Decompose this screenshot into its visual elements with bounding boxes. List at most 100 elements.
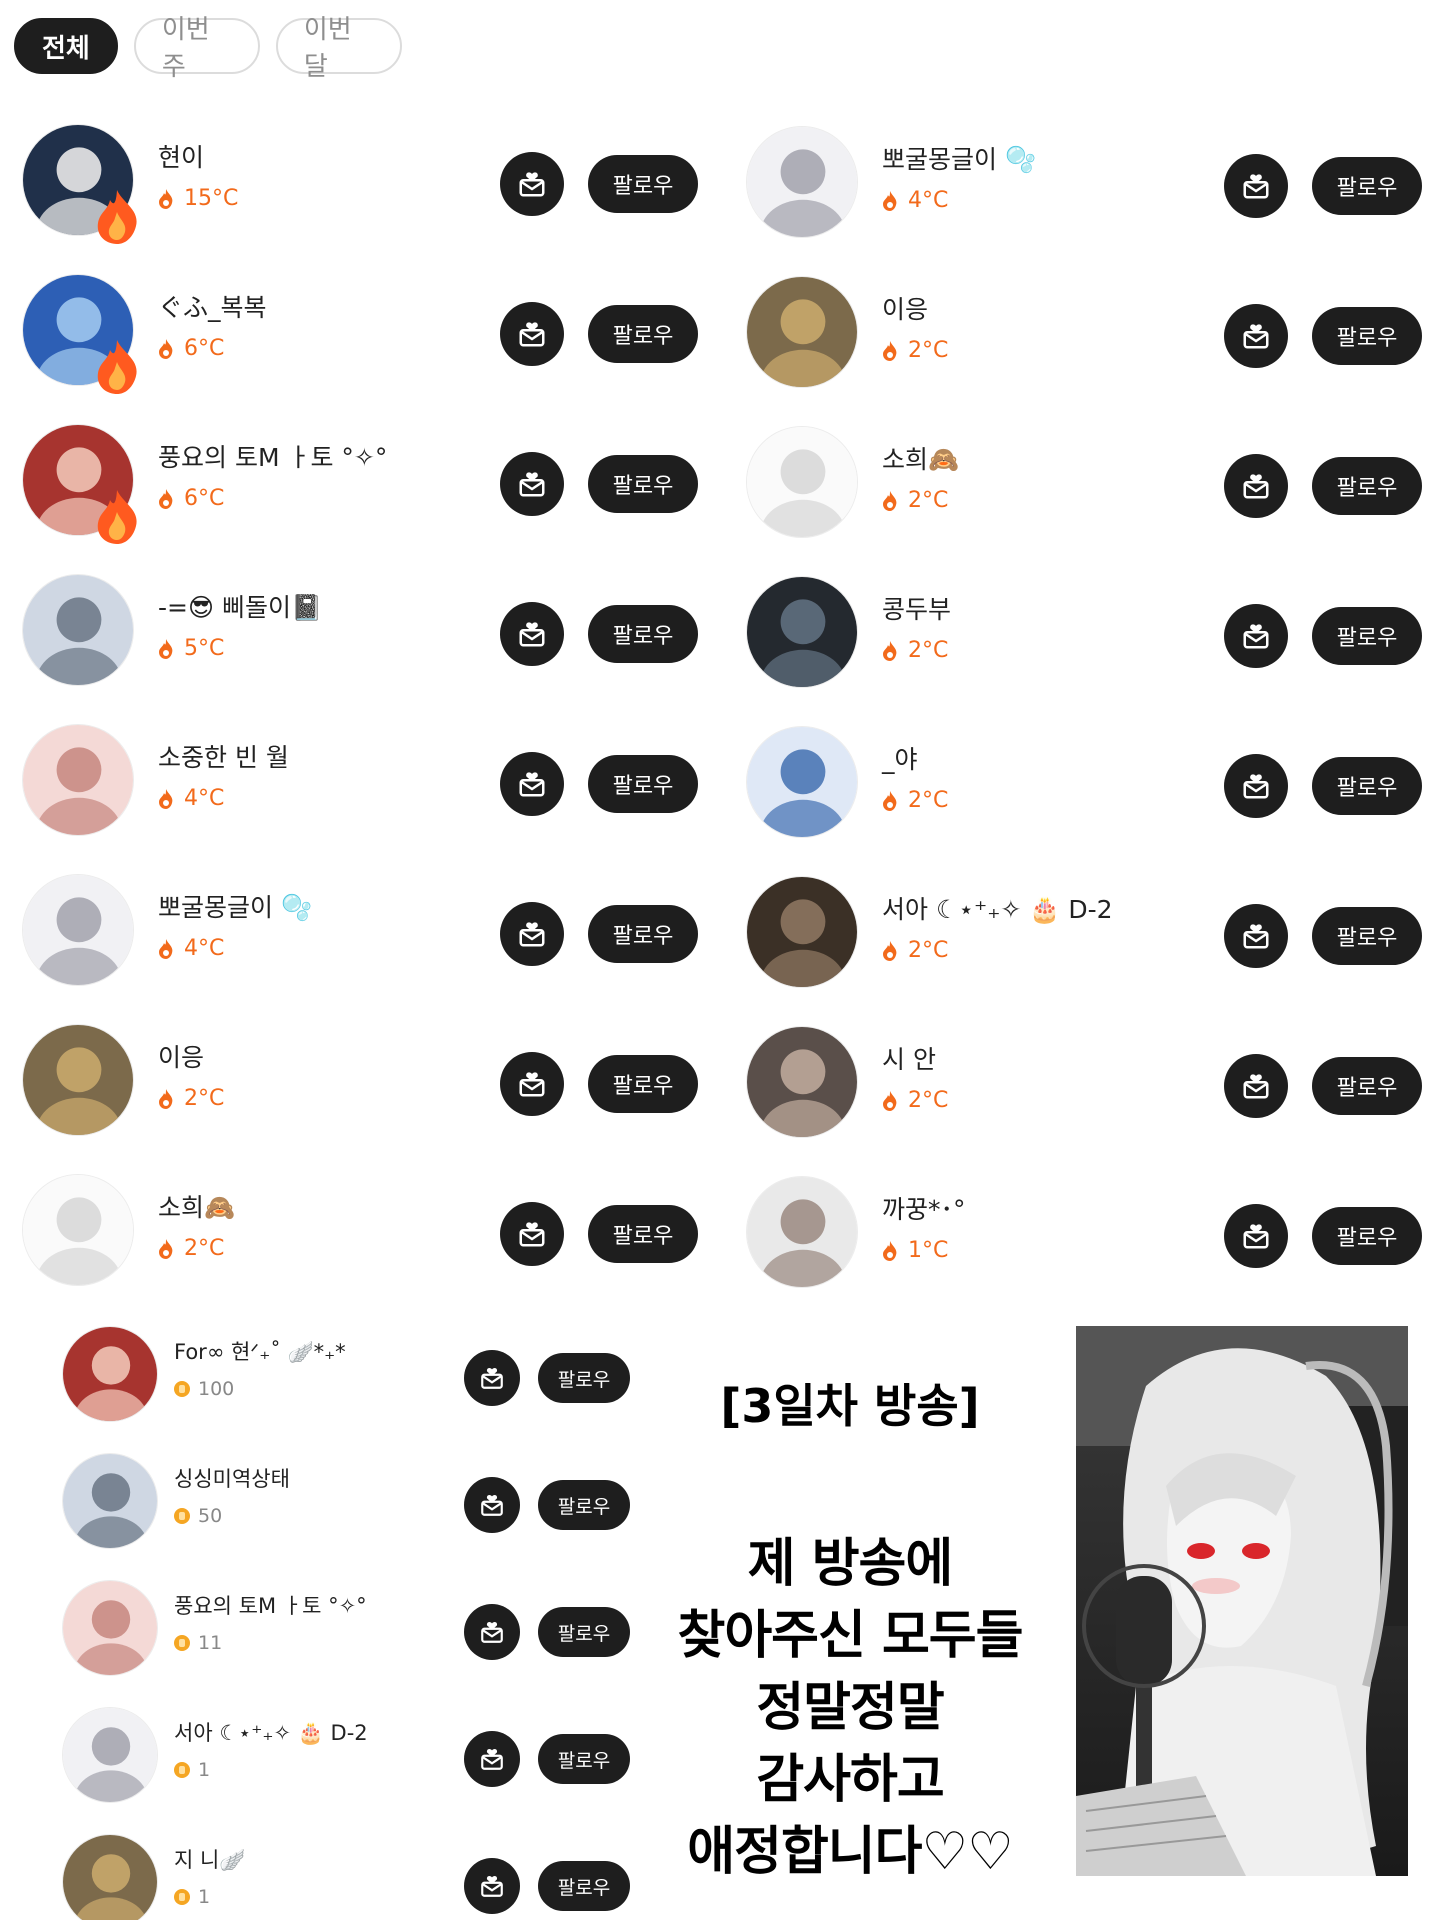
follow-button[interactable]: 팔로우 bbox=[538, 1480, 630, 1530]
avatar[interactable] bbox=[746, 576, 858, 688]
user-name[interactable]: 소중한 빈 월 bbox=[158, 738, 289, 774]
message-button[interactable] bbox=[500, 452, 564, 516]
user-name[interactable]: 풍요의 토M ㅏ토 °✧° bbox=[158, 438, 387, 474]
follow-button[interactable]: 팔로우 bbox=[1312, 457, 1422, 515]
message-button[interactable] bbox=[500, 1202, 564, 1266]
avatar[interactable] bbox=[22, 874, 134, 986]
user-name[interactable]: 이응 bbox=[882, 290, 928, 326]
message-button[interactable] bbox=[500, 152, 564, 216]
follow-button[interactable]: 팔로우 bbox=[538, 1607, 630, 1657]
avatar[interactable] bbox=[62, 1580, 158, 1676]
follow-button[interactable]: 팔로우 bbox=[1312, 307, 1422, 365]
message-button[interactable] bbox=[464, 1858, 520, 1914]
tab-this-month[interactable]: 이번 달 bbox=[275, 15, 402, 82]
follow-button[interactable]: 팔로우 bbox=[1312, 907, 1422, 965]
follow-button[interactable]: 팔로우 bbox=[588, 1055, 698, 1113]
tab-all[interactable]: 전체 bbox=[14, 18, 118, 74]
avatar[interactable] bbox=[746, 1176, 858, 1288]
follow-button[interactable]: 팔로우 bbox=[1312, 1057, 1422, 1115]
message-button[interactable] bbox=[464, 1477, 520, 1533]
message-button[interactable] bbox=[1224, 1054, 1288, 1118]
follow-button[interactable]: 팔로우 bbox=[588, 155, 698, 213]
temperature-value: 6°C bbox=[184, 336, 225, 361]
user-name[interactable]: 싱싱미역상태 bbox=[174, 1463, 290, 1493]
follow-button[interactable]: 팔로우 bbox=[538, 1353, 630, 1403]
envelope-heart-icon bbox=[519, 1072, 545, 1097]
user-name[interactable]: 소희🙈 bbox=[158, 1188, 235, 1224]
envelope-heart-icon bbox=[1243, 924, 1269, 949]
user-name[interactable]: 서아 ☾⋆⁺₊✧ 🎂 D-2 bbox=[174, 1717, 368, 1747]
message-button[interactable] bbox=[1224, 454, 1288, 518]
follow-button[interactable]: 팔로우 bbox=[588, 755, 698, 813]
user-name[interactable]: 콩두부 bbox=[882, 590, 951, 626]
envelope-heart-icon bbox=[481, 1621, 503, 1643]
follow-button[interactable]: 팔로우 bbox=[1312, 1207, 1422, 1265]
user-name[interactable]: 지 니🪽 bbox=[174, 1844, 245, 1874]
avatar[interactable] bbox=[746, 1026, 858, 1138]
follow-button[interactable]: 팔로우 bbox=[538, 1861, 630, 1911]
user-name[interactable]: _야 bbox=[882, 740, 918, 776]
message-button[interactable] bbox=[500, 752, 564, 816]
message-button[interactable] bbox=[464, 1731, 520, 1787]
message-button[interactable] bbox=[1224, 604, 1288, 668]
message-button[interactable] bbox=[500, 902, 564, 966]
user-name[interactable]: 뽀굴몽글이 🫧 bbox=[882, 140, 1036, 176]
message-button[interactable] bbox=[1224, 754, 1288, 818]
message-button[interactable] bbox=[1224, 304, 1288, 368]
avatar[interactable] bbox=[746, 276, 858, 388]
list-item: ぐふ_복복 6°C 팔로우 bbox=[22, 270, 722, 394]
follow-button[interactable]: 팔로우 bbox=[588, 305, 698, 363]
avatar[interactable] bbox=[746, 426, 858, 538]
coin-count: 11 bbox=[174, 1632, 222, 1654]
follow-button[interactable]: 팔로우 bbox=[1312, 757, 1422, 815]
message-button[interactable] bbox=[464, 1350, 520, 1406]
avatar[interactable] bbox=[22, 574, 134, 686]
message-button[interactable] bbox=[500, 1052, 564, 1116]
follow-button[interactable]: 팔로우 bbox=[1312, 607, 1422, 665]
temperature: 6°C bbox=[158, 486, 224, 511]
avatar[interactable] bbox=[746, 726, 858, 838]
coin-value: 1 bbox=[198, 1759, 211, 1781]
avatar[interactable] bbox=[62, 1326, 158, 1422]
follow-button[interactable]: 팔로우 bbox=[588, 905, 698, 963]
avatar[interactable] bbox=[746, 876, 858, 988]
list-item: 콩두부 2°C 팔로우 bbox=[746, 572, 1440, 692]
avatar[interactable] bbox=[62, 1834, 158, 1920]
user-name[interactable]: 현이 bbox=[158, 138, 204, 174]
avatar[interactable] bbox=[22, 1024, 134, 1136]
user-name[interactable]: 풍요의 토M ㅏ토 °✧° bbox=[174, 1590, 367, 1620]
tab-this-week[interactable]: 이번 주 bbox=[133, 15, 260, 82]
temperature: 2°C bbox=[882, 1088, 948, 1113]
message-button[interactable] bbox=[500, 602, 564, 666]
envelope-heart-icon bbox=[1243, 174, 1269, 199]
temperature: 4°C bbox=[158, 786, 224, 811]
follow-button[interactable]: 팔로우 bbox=[588, 455, 698, 513]
avatar[interactable] bbox=[62, 1453, 158, 1549]
avatar[interactable] bbox=[22, 724, 134, 836]
avatar[interactable] bbox=[746, 126, 858, 238]
message-button[interactable] bbox=[1224, 904, 1288, 968]
list-item: 풍요의 토M ㅏ토 °✧° 6°C 팔로우 bbox=[22, 420, 722, 544]
envelope-heart-icon bbox=[519, 772, 545, 797]
envelope-heart-icon bbox=[481, 1367, 503, 1389]
follow-button[interactable]: 팔로우 bbox=[588, 1205, 698, 1263]
follow-button[interactable]: 팔로우 bbox=[588, 605, 698, 663]
user-name[interactable]: For∞ 현ᐟ₊˚ 🪽*₊* bbox=[174, 1336, 346, 1366]
user-name[interactable]: 서아 ☾⋆⁺₊✧ 🎂 D-2 bbox=[882, 890, 1113, 926]
user-name[interactable]: ぐふ_복복 bbox=[158, 288, 267, 324]
avatar[interactable] bbox=[62, 1707, 158, 1803]
temperature: 2°C bbox=[158, 1086, 224, 1111]
user-name[interactable]: 이응 bbox=[158, 1038, 204, 1074]
follow-button[interactable]: 팔로우 bbox=[538, 1734, 630, 1784]
user-name[interactable]: 까꿍*･° bbox=[882, 1190, 966, 1226]
message-button[interactable] bbox=[1224, 1204, 1288, 1268]
message-button[interactable] bbox=[464, 1604, 520, 1660]
message-button[interactable] bbox=[1224, 154, 1288, 218]
avatar[interactable] bbox=[22, 1174, 134, 1286]
user-name[interactable]: -=😎 삐돌이📓 bbox=[158, 588, 322, 624]
message-button[interactable] bbox=[500, 302, 564, 366]
follow-button[interactable]: 팔로우 bbox=[1312, 157, 1422, 215]
user-name[interactable]: 뽀굴몽글이 🫧 bbox=[158, 888, 312, 924]
user-name[interactable]: 소희🙈 bbox=[882, 440, 959, 476]
user-name[interactable]: 시 안 bbox=[882, 1040, 936, 1076]
